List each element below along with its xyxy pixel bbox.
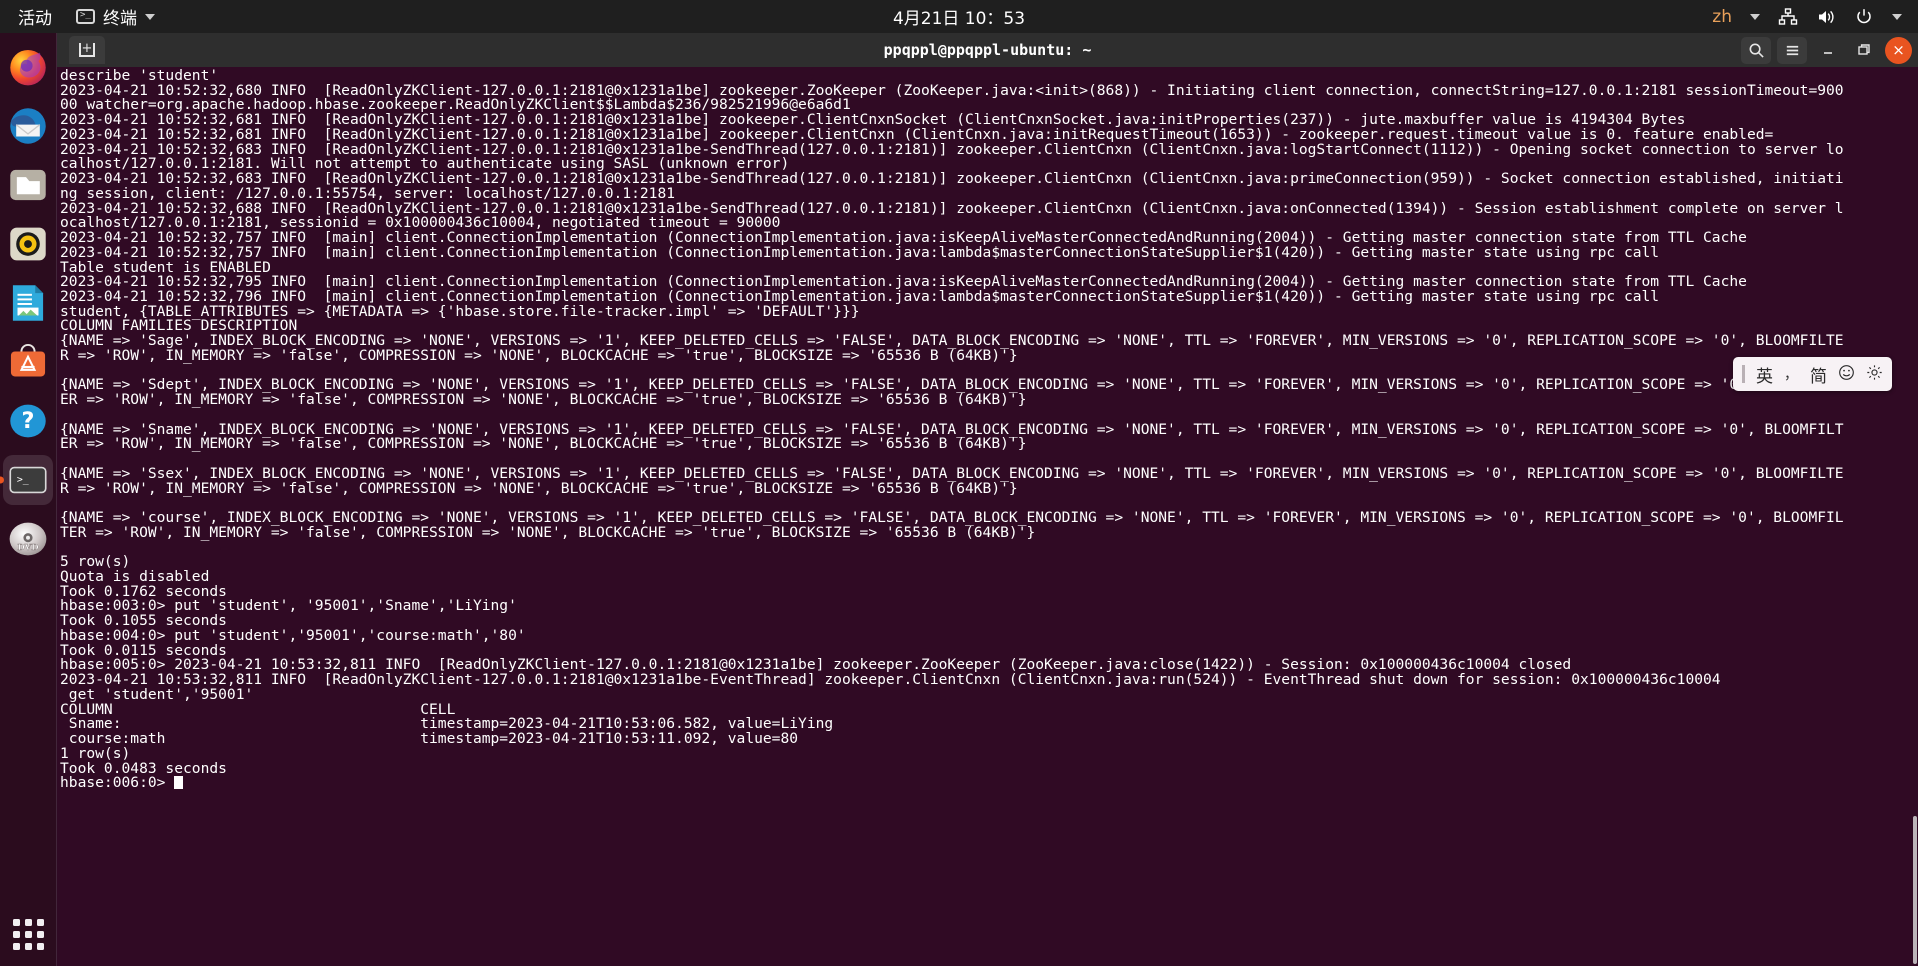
terminal-line: ER => 'ROW', IN_MEMORY => 'false', COMPR…: [60, 391, 1027, 409]
window-title: ppqppl@ppqppl-ubuntu: ~: [883, 41, 1092, 59]
terminal-line: 5 row(s): [60, 553, 131, 571]
dock-item-ubuntu-software[interactable]: [3, 337, 53, 387]
clock[interactable]: 4月21日 10：53: [0, 4, 1918, 29]
terminal-line: TER => 'ROW', IN_MEMORY => 'false', COMP…: [60, 523, 1036, 541]
grid-icon: [13, 918, 44, 950]
ime-indicator-panel[interactable]: 英 ， 简: [1733, 357, 1892, 391]
terminal-icon: [76, 8, 95, 24]
terminal-line: hbase:004:0> put 'student','95001','cour…: [60, 626, 526, 644]
terminal-line: R => 'ROW', IN_MEMORY => 'false', COMPRE…: [60, 479, 1018, 497]
dock-item-rhythmbox[interactable]: [3, 219, 53, 269]
help-icon: ?: [10, 404, 46, 438]
search-icon: [1749, 43, 1764, 58]
input-language-indicator[interactable]: zh: [1712, 7, 1732, 27]
new-tab-icon: [79, 43, 95, 57]
search-button[interactable]: [1741, 36, 1771, 64]
dock: ? >_ DVD: [0, 33, 57, 966]
dock-item-terminal[interactable]: >_: [3, 455, 53, 505]
svg-text:>_: >_: [17, 475, 29, 486]
dock-item-files[interactable]: [3, 160, 53, 210]
close-button[interactable]: ×: [1885, 36, 1912, 64]
system-menu-chevron-down-icon[interactable]: [1892, 13, 1902, 20]
terminal-scrollbar[interactable]: [1912, 67, 1918, 966]
ime-mode-label[interactable]: 英: [1756, 362, 1773, 387]
dock-item-libreoffice-writer[interactable]: [3, 278, 53, 328]
maximize-icon: [1858, 44, 1870, 55]
ubuntu-software-icon: [10, 343, 46, 377]
dock-item-help[interactable]: ?: [3, 396, 53, 446]
terminal-line: 2023-04-21 10:52:32,757 INFO [main] clie…: [60, 243, 1660, 261]
app-menu-button[interactable]: 终端: [66, 4, 165, 29]
menu-button[interactable]: [1777, 36, 1807, 64]
system-status-area: zh: [1712, 7, 1918, 27]
text-cursor: [174, 776, 184, 790]
terminal-line: R => 'ROW', IN_MEMORY => 'false', COMPRE…: [60, 346, 1018, 364]
firefox-icon: [10, 49, 46, 86]
terminal-line: 1 row(s): [60, 744, 131, 762]
terminal-line: course:math timestamp=2023-04-21T10:53:1…: [60, 730, 799, 748]
scrollbar-thumb[interactable]: [1913, 816, 1917, 964]
ime-script-toggle[interactable]: 简: [1810, 362, 1827, 387]
thunderbird-icon: [10, 108, 46, 144]
new-tab-button[interactable]: [69, 36, 105, 64]
gnome-top-bar: 活动 终端 4月21日 10：53 zh: [0, 0, 1918, 33]
app-menu-label: 终端: [103, 9, 137, 29]
terminal-line: 2023-04-21 10:53:32,811 INFO [ReadOnlyZK…: [60, 671, 1721, 689]
language-chevron-down-icon[interactable]: [1750, 13, 1760, 20]
desktop-root: 活动 终端 4月21日 10：53 zh: [0, 0, 1918, 966]
activities-button[interactable]: 活动: [0, 4, 66, 29]
libreoffice-writer-icon: [12, 285, 44, 321]
terminal-line: ER => 'ROW', IN_MEMORY => 'false', COMPR…: [60, 435, 1027, 453]
svg-text:?: ?: [22, 408, 35, 434]
shell-prompt: hbase:006:0>: [60, 774, 175, 792]
terminal-prompt-line: hbase:006:0>: [60, 774, 1844, 792]
svg-text:DVD: DVD: [17, 543, 39, 553]
hamburger-icon: [1786, 45, 1798, 55]
dock-item-firefox[interactable]: [3, 42, 53, 92]
minimize-button[interactable]: [1813, 37, 1843, 64]
show-applications-button[interactable]: [0, 908, 57, 960]
terminal-app-icon: >_: [9, 466, 47, 494]
dock-item-thunderbird[interactable]: [3, 101, 53, 151]
ime-handle-icon: [1742, 365, 1745, 383]
dvd-icon: DVD: [9, 522, 47, 556]
volume-icon[interactable]: [1816, 7, 1836, 27]
close-icon: ×: [1892, 41, 1905, 59]
dock-item-dvd-drive[interactable]: DVD: [3, 514, 53, 564]
window-controls: ×: [1741, 36, 1912, 64]
terminal-line: Took 0.0483 seconds: [60, 759, 227, 777]
ime-punctuation-toggle[interactable]: ，: [1784, 364, 1799, 384]
rhythmbox-icon: [10, 227, 46, 261]
terminal-window: ppqppl@ppqppl-ubuntu: ~: [57, 33, 1918, 966]
terminal-text: describe 'student' 2023-04-21 10:52:32,68…: [57, 67, 1846, 791]
terminal-line: Quota is disabled: [60, 567, 210, 585]
terminal-line: hbase:003:0> put 'student', '95001','Sna…: [60, 597, 517, 615]
files-icon: [10, 169, 46, 201]
chevron-down-icon: [145, 13, 155, 20]
window-titlebar[interactable]: ppqppl@ppqppl-ubuntu: ~: [57, 33, 1918, 67]
minimize-icon: [1824, 52, 1832, 54]
terminal-output-area[interactable]: describe 'student' 2023-04-21 10:52:32,68…: [57, 67, 1918, 966]
power-icon[interactable]: [1854, 7, 1874, 27]
maximize-button[interactable]: [1849, 37, 1879, 64]
terminal-line: student, {TABLE_ATTRIBUTES => {METADATA …: [60, 302, 860, 320]
emoji-icon[interactable]: [1838, 364, 1855, 385]
network-icon[interactable]: [1778, 7, 1798, 27]
ime-settings-gear-icon[interactable]: [1866, 364, 1883, 385]
